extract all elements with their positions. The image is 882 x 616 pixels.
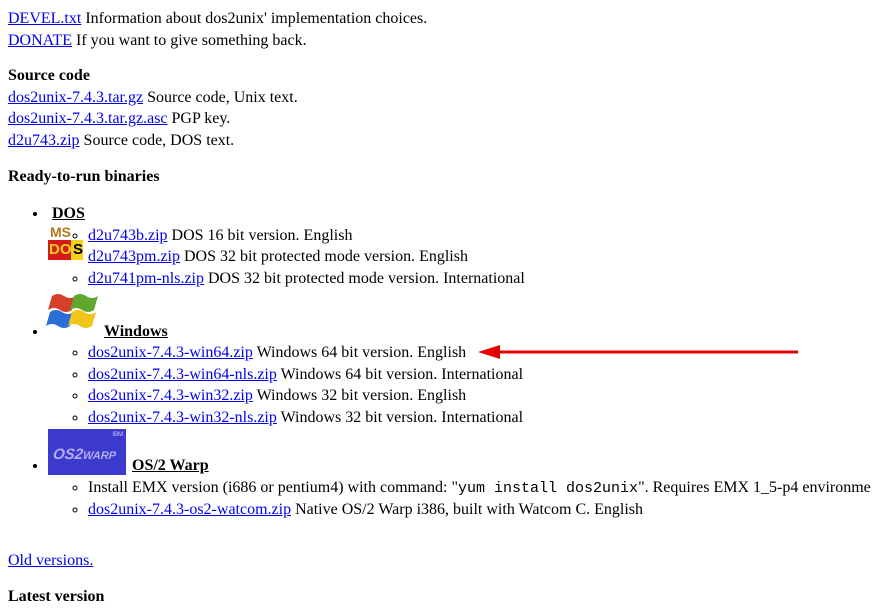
platform-windows: Windows dos2unix-7.4.3-win64.zip Windows… xyxy=(48,290,874,429)
src-zip-desc: Source code, DOS text. xyxy=(84,132,235,149)
windows-icon xyxy=(46,290,98,341)
old-versions-link[interactable]: Old versions. xyxy=(8,552,93,569)
dos-label: DOS xyxy=(46,205,85,222)
source-code-heading: Source code xyxy=(8,67,90,84)
os2-emx-row: Install EMX version (i686 or pentium4) w… xyxy=(88,477,874,499)
dos-16[interactable]: d2u743b.zip xyxy=(88,227,168,244)
win32-desc: Windows 32 bit version. English xyxy=(257,387,467,404)
src-targz-desc: Source code, Unix text. xyxy=(147,89,298,106)
win64[interactable]: dos2unix-7.4.3-win64.zip xyxy=(88,344,253,361)
src-asc[interactable]: dos2unix-7.4.3.tar.gz.asc xyxy=(8,110,168,127)
os2-emx-post: ". Requires EMX 1_5-p4 environme xyxy=(638,479,871,496)
os2-emx-cmd: yum install dos2unix xyxy=(458,480,638,497)
donate-desc: If you want to give something back. xyxy=(76,32,307,49)
dos-16-desc: DOS 16 bit version. English xyxy=(172,227,353,244)
win32[interactable]: dos2unix-7.4.3-win32.zip xyxy=(88,387,253,404)
platforms-list: MS DO S DOS d2u743b.zip DOS 16 bit versi… xyxy=(8,203,874,520)
latest-version-heading: Latest version xyxy=(8,588,104,605)
platform-dos: MS DO S DOS d2u743b.zip DOS 16 bit versi… xyxy=(48,203,874,289)
binaries-heading: Ready-to-run binaries xyxy=(8,168,160,185)
donate-link[interactable]: DONATE xyxy=(8,32,72,49)
devel-desc: Information about dos2unix' implementati… xyxy=(85,10,427,27)
os2-watcom[interactable]: dos2unix-7.4.3-os2-watcom.zip xyxy=(88,501,291,518)
devel-link[interactable]: DEVEL.txt xyxy=(8,10,81,27)
annotation-arrow-icon xyxy=(478,342,798,362)
os2-emx-pre: Install EMX version (i686 or pentium4) w… xyxy=(88,479,458,496)
win64-nls[interactable]: dos2unix-7.4.3-win64-nls.zip xyxy=(88,366,277,383)
src-asc-desc: PGP key. xyxy=(172,110,231,127)
win64-desc: Windows 64 bit version. English xyxy=(257,344,467,361)
win32-nls-desc: Windows 32 bit version. International xyxy=(281,409,523,426)
top-links-block: DEVEL.txt Information about dos2unix' im… xyxy=(8,8,874,51)
dos-32pm[interactable]: d2u743pm.zip xyxy=(88,248,180,265)
src-targz[interactable]: dos2unix-7.4.3.tar.gz xyxy=(8,89,143,106)
os2-label: OS/2 Warp xyxy=(126,457,209,474)
dos-32pm-nls-desc: DOS 32 bit protected mode version. Inter… xyxy=(208,270,525,287)
os2warp-icon: IBM OS2WARP xyxy=(48,429,126,475)
win64-nls-desc: Windows 64 bit version. International xyxy=(281,366,523,383)
win32-nls[interactable]: dos2unix-7.4.3-win32-nls.zip xyxy=(88,409,277,426)
dos-32pm-nls[interactable]: d2u741pm-nls.zip xyxy=(88,270,204,287)
src-zip[interactable]: d2u743.zip xyxy=(8,132,80,149)
dos-32pm-desc: DOS 32 bit protected mode version. Engli… xyxy=(184,248,468,265)
platform-os2: IBM OS2WARP OS/2 Warp Install EMX versio… xyxy=(48,429,874,521)
windows-label: Windows xyxy=(98,323,168,340)
os2-watcom-desc: Native OS/2 Warp i386, built with Watcom… xyxy=(295,501,643,518)
source-code-section: Source code dos2unix-7.4.3.tar.gz Source… xyxy=(8,65,874,151)
